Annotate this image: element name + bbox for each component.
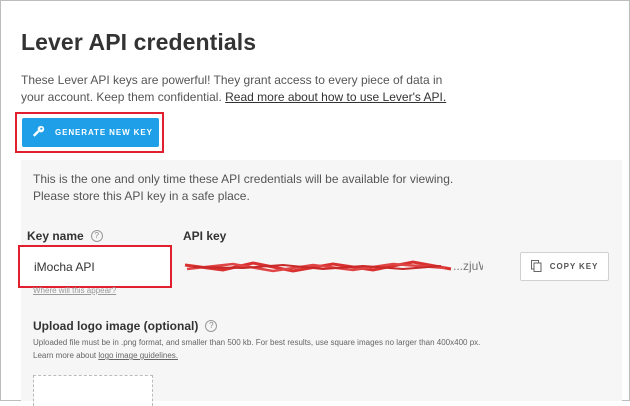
copy-icon: [530, 259, 550, 274]
logo-drop-zone[interactable]: [33, 375, 153, 406]
key-name-field-highlight: [18, 245, 172, 288]
key-name-label-text: Key name: [27, 229, 84, 243]
redaction-scribble: [184, 260, 452, 273]
intro-text: These Lever API keys are powerful! They …: [21, 72, 461, 106]
upload-logo-label: Upload logo image (optional) ?: [33, 319, 218, 333]
generate-new-key-button[interactable]: GENERATE NEW KEY: [22, 118, 159, 147]
key-name-label: Key name ?: [27, 229, 103, 243]
upload-logo-label-text: Upload logo image (optional): [33, 319, 199, 333]
api-key-tail: ...zjuW: [453, 259, 483, 273]
copy-key-label: COPY KEY: [549, 262, 599, 271]
generate-new-key-label: GENERATE NEW KEY: [55, 128, 153, 137]
api-key-label: API key: [183, 229, 227, 243]
logo-guidelines-link[interactable]: logo image guidelines.: [98, 351, 178, 360]
logo-hint-prefix: Learn more about: [33, 351, 99, 360]
upload-logo-help-icon[interactable]: ?: [205, 320, 218, 332]
api-key-value[interactable]: ...zjuW: [183, 259, 483, 275]
where-will-this-appear-link[interactable]: Where will this appear?: [33, 286, 116, 295]
key-name-input[interactable]: [20, 247, 170, 286]
logo-hint-line-1: Uploaded file must be in .png format, an…: [33, 338, 481, 347]
copy-key-button[interactable]: COPY KEY: [520, 252, 609, 281]
api-docs-link[interactable]: Read more about how to use Lever's API.: [225, 90, 446, 104]
notice-line-2: Please store this API key in a safe plac…: [33, 189, 250, 203]
key-name-help-icon[interactable]: ?: [90, 230, 103, 242]
page-title: Lever API credentials: [21, 29, 257, 55]
notice-line-1: This is the one and only time these API …: [33, 172, 454, 186]
key-icon: [32, 125, 55, 140]
logo-hint: Uploaded file must be in .png format, an…: [33, 336, 553, 362]
credentials-notice: This is the one and only time these API …: [33, 171, 453, 205]
logo-hint-line-2: Learn more about logo image guidelines.: [33, 349, 553, 362]
